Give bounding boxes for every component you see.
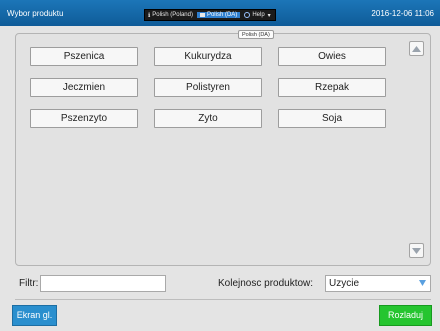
product-button-pszenzyto[interactable]: Pszenzyto <box>30 109 138 128</box>
language-status-box[interactable]: ℹ Polish (Poland) Polish (DA) Help ▾ <box>144 9 276 21</box>
product-button-jeczmien[interactable]: Jeczmien <box>30 78 138 97</box>
product-button-pszenica[interactable]: Pszenica <box>30 47 138 66</box>
chevron-down-icon <box>412 247 421 254</box>
product-button-soja[interactable]: Soja <box>278 109 386 128</box>
help-item[interactable]: Help ▾ <box>244 12 271 19</box>
help-icon <box>244 12 251 18</box>
scroll-up-button[interactable] <box>409 41 424 56</box>
scroll-down-button[interactable] <box>409 243 424 258</box>
title-bar: Wybor produktu ℹ Polish (Poland) Polish … <box>0 0 440 26</box>
product-button-zyto[interactable]: Zyto <box>154 109 262 128</box>
language-polish-poland[interactable]: ℹ Polish (Poland) <box>148 12 193 19</box>
order-selected-value: Uzycie <box>329 278 360 289</box>
flag-icon <box>199 13 205 17</box>
datetime: 2016-12-06 11:06 <box>371 9 434 18</box>
product-panel: Pszenica Kukurydza Owies Jeczmien Polist… <box>15 33 431 266</box>
unload-button[interactable]: Rozladuj <box>379 305 432 326</box>
chevron-down-icon: ▾ <box>267 12 271 19</box>
home-screen-button[interactable]: Ekran gl. <box>12 305 57 326</box>
order-label: Kolejnosc produktow: <box>218 278 314 289</box>
product-button-polistyren[interactable]: Polistyren <box>154 78 262 97</box>
language-icon: ℹ <box>148 12 151 19</box>
filter-input[interactable] <box>40 275 166 292</box>
filter-label: Filtr: <box>19 278 39 289</box>
product-button-kukurydza[interactable]: Kukurydza <box>154 47 262 66</box>
app-title: Wybor produktu <box>7 9 64 18</box>
language-polish-da[interactable]: Polish (DA) <box>196 12 241 18</box>
product-button-owies[interactable]: Owies <box>278 47 386 66</box>
product-button-rzepak[interactable]: Rzepak <box>278 78 386 97</box>
tooltip: Polish (DA) <box>238 30 274 39</box>
divider <box>15 299 431 300</box>
chevron-down-icon <box>419 280 426 286</box>
order-select[interactable]: Uzycie <box>325 275 431 292</box>
chevron-up-icon <box>412 45 421 52</box>
